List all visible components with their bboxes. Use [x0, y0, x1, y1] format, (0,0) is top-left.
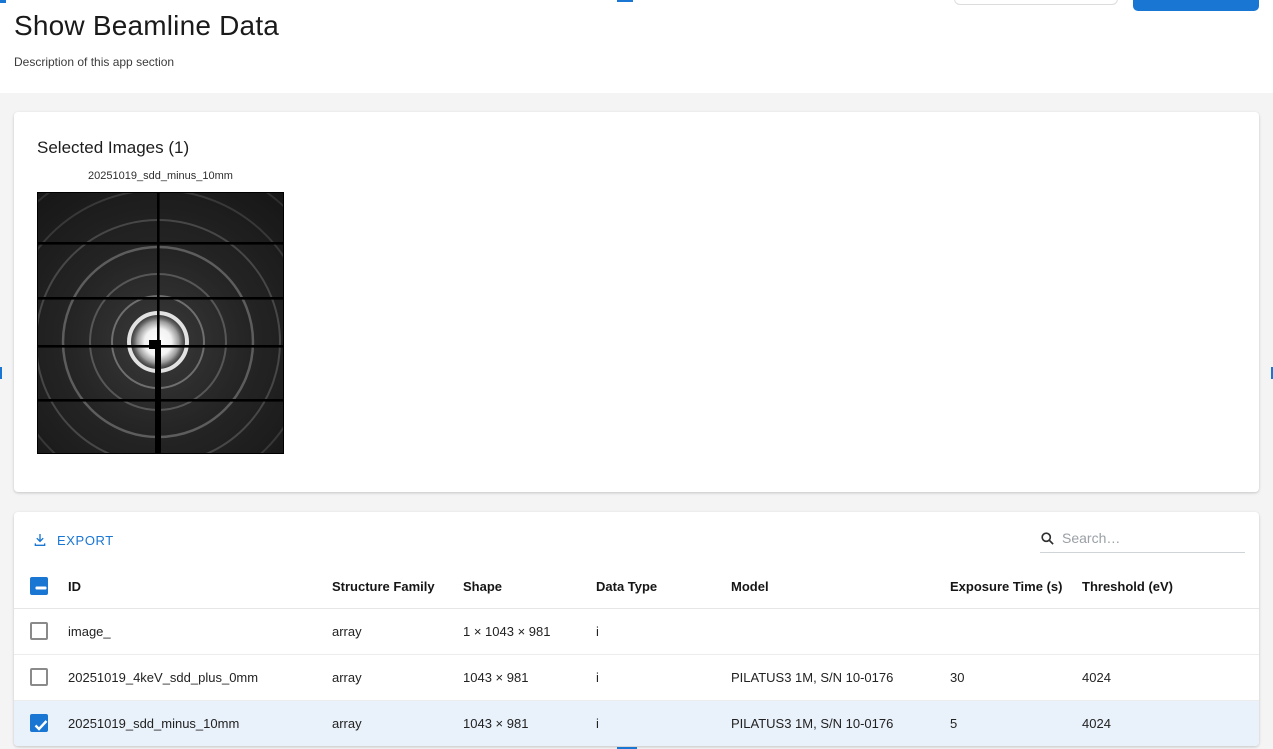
selected-images-heading: Selected Images (1) — [37, 138, 190, 157]
cell-id: 20251019_sdd_minus_10mm — [52, 700, 316, 746]
selected-images-card: Selected Images (1) 20251019_sdd_minus_1… — [14, 112, 1259, 492]
magnifier-icon — [1041, 531, 1054, 545]
column-header-data-type[interactable]: Data Type — [580, 565, 715, 609]
topbar-primary-button[interactable] — [1133, 0, 1259, 11]
cell-id: image_ — [52, 608, 316, 655]
table-row[interactable]: 20251019_sdd_minus_10mm array 1043 × 981… — [14, 700, 1259, 746]
beamline-data-table: ID Structure Family Shape Data Type Mode… — [14, 565, 1259, 746]
column-header-structure-family[interactable]: Structure Family — [316, 565, 447, 609]
cell-threshold: 4024 — [1066, 700, 1259, 746]
table-header-row: ID Structure Family Shape Data Type Mode… — [14, 565, 1259, 609]
search-box[interactable] — [1040, 530, 1245, 553]
cell-shape: 1 × 1043 × 981 — [447, 608, 580, 655]
cell-data-type: i — [580, 608, 715, 655]
column-header-threshold[interactable]: Threshold (eV) — [1066, 565, 1259, 609]
column-header-id[interactable]: ID — [52, 565, 316, 609]
cell-threshold — [1066, 608, 1259, 655]
topbar-input[interactable] — [954, 0, 1118, 5]
cell-id: 20251019_4keV_sdd_plus_0mm — [52, 654, 316, 701]
viewport-tick-left — [0, 367, 2, 379]
data-table-card: EXPORT ID Structure Family Shap — [14, 512, 1259, 746]
column-header-model[interactable]: Model — [715, 565, 934, 609]
page-title: Show Beamline Data — [14, 10, 280, 41]
download-icon — [34, 534, 46, 546]
cell-exposure-time: 30 — [934, 654, 1066, 701]
cell-shape: 1043 × 981 — [447, 654, 580, 701]
page-subtitle: Description of this app section — [14, 55, 175, 69]
cell-structure-family: array — [316, 654, 447, 701]
column-header-exposure-time[interactable]: Exposure Time (s) — [934, 565, 1066, 609]
cell-model — [715, 608, 934, 655]
cell-threshold: 4024 — [1066, 654, 1259, 701]
select-all-checkbox[interactable] — [30, 577, 48, 596]
viewport-tick-top — [617, 0, 633, 2]
check-icon — [34, 720, 48, 731]
export-button-label: EXPORT — [57, 532, 114, 548]
viewport-tick-corner — [0, 0, 6, 3]
diffraction-image — [37, 192, 284, 454]
table-row[interactable]: 20251019_4keV_sdd_plus_0mm array 1043 × … — [14, 654, 1259, 701]
row-checkbox[interactable] — [30, 668, 48, 686]
export-button[interactable]: EXPORT — [32, 532, 114, 548]
cell-exposure-time: 5 — [934, 700, 1066, 746]
selected-image-caption: 20251019_sdd_minus_10mm — [88, 170, 233, 182]
table-row[interactable]: image_ array 1 × 1043 × 981 i — [14, 608, 1259, 655]
cell-model: PILATUS3 1M, S/N 10-0176 — [715, 654, 934, 701]
search-input[interactable] — [1062, 530, 1245, 546]
column-header-shape[interactable]: Shape — [447, 565, 580, 609]
cell-data-type: i — [580, 700, 715, 746]
cell-exposure-time — [934, 608, 1066, 655]
cell-model: PILATUS3 1M, S/N 10-0176 — [715, 700, 934, 746]
cell-data-type: i — [580, 654, 715, 701]
cell-structure-family: array — [316, 700, 447, 746]
row-checkbox[interactable] — [30, 622, 48, 640]
cell-shape: 1043 × 981 — [447, 700, 580, 746]
selected-image-tile[interactable]: 20251019_sdd_minus_10mm — [37, 170, 284, 454]
cell-structure-family: array — [316, 608, 447, 655]
indeterminate-dash-icon — [35, 586, 47, 590]
row-checkbox[interactable] — [30, 714, 48, 732]
